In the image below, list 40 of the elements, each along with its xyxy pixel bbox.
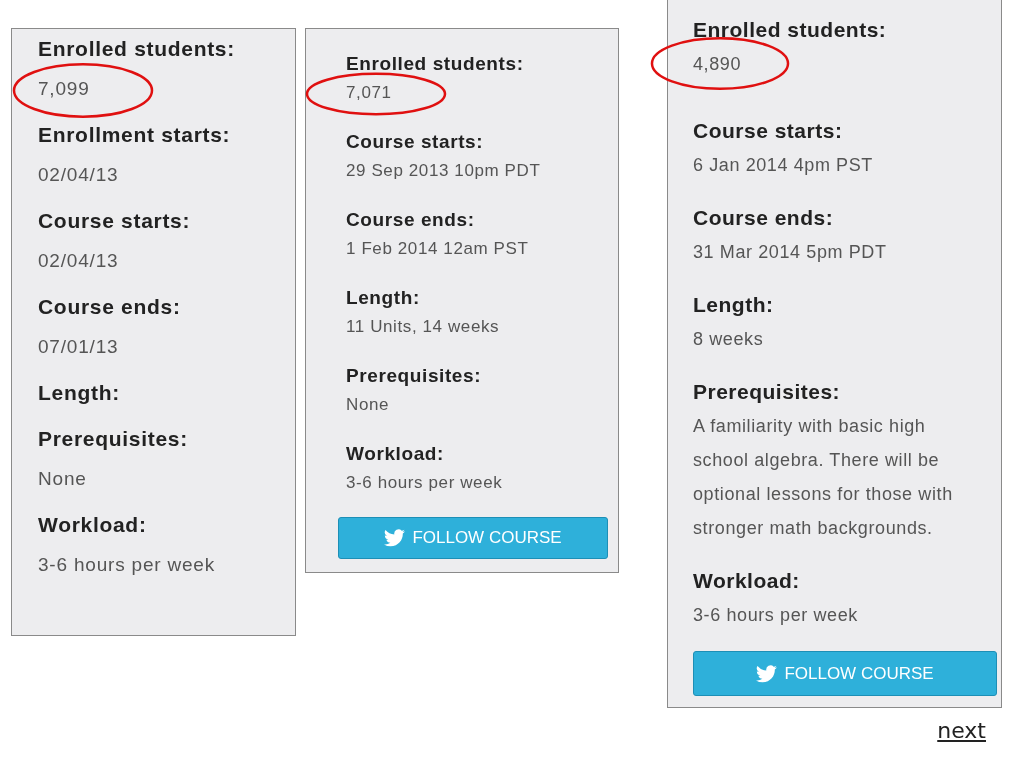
next-link[interactable]: next: [937, 718, 986, 743]
field-label: Course ends:: [38, 294, 182, 320]
field-value: 3-6 hours per week: [38, 554, 216, 575]
field-label: Enrolled students:: [38, 36, 236, 62]
field-value: 4,890: [693, 53, 743, 76]
follow-button[interactable]: FOLLOW COURSE: [338, 517, 608, 559]
field-label: Enrollment starts:: [38, 122, 232, 148]
field-label: Course starts:: [38, 208, 192, 234]
field-value: 8 weeks: [693, 328, 765, 351]
field-value: 7,071: [346, 83, 392, 102]
field-label: Enrolled students:: [346, 52, 525, 76]
field-value: 02/04/13: [38, 250, 119, 271]
field-label: Workload:: [346, 442, 445, 466]
field-value: 02/04/13: [38, 164, 119, 185]
field-label: Course starts:: [693, 118, 844, 144]
field-value: 7,099: [38, 78, 90, 99]
field-value: 1 Feb 2014 12am PST: [346, 239, 529, 258]
field-value: 31 Mar 2014 5pm PDT: [693, 241, 888, 264]
field-value: 6 Jan 2014 4pm PST: [693, 154, 874, 177]
field-value: A familiarity with basic high school algebra. There will be optional lessons for those with stronger math backgrounds.: [693, 415, 954, 540]
field-value: None: [346, 395, 390, 414]
field-label: Prerequisites:: [346, 364, 483, 388]
field-label: Length:: [693, 292, 775, 318]
field-value: 3-6 hours per week: [693, 604, 859, 627]
follow-button[interactable]: FOLLOW COURSE: [693, 651, 997, 696]
field-value: 29 Sep 2013 10pm PDT: [346, 161, 541, 180]
field-label: Prerequisites:: [693, 379, 842, 405]
field-label: Course ends:: [693, 205, 835, 231]
field-value: None: [38, 468, 87, 489]
field-label: Enrolled students:: [693, 17, 888, 43]
field-label: Course starts:: [346, 130, 485, 154]
field-value: 3-6 hours per week: [346, 473, 503, 492]
field-label: Workload:: [38, 512, 148, 538]
field-label: Workload:: [693, 568, 801, 594]
field-label: Length:: [346, 286, 421, 310]
field-label: Course ends:: [346, 208, 476, 232]
field-value: 07/01/13: [38, 336, 119, 357]
field-label: Prerequisites:: [38, 426, 189, 452]
field-label: Length:: [38, 380, 121, 406]
field-value: 11 Units, 14 weeks: [346, 317, 500, 336]
